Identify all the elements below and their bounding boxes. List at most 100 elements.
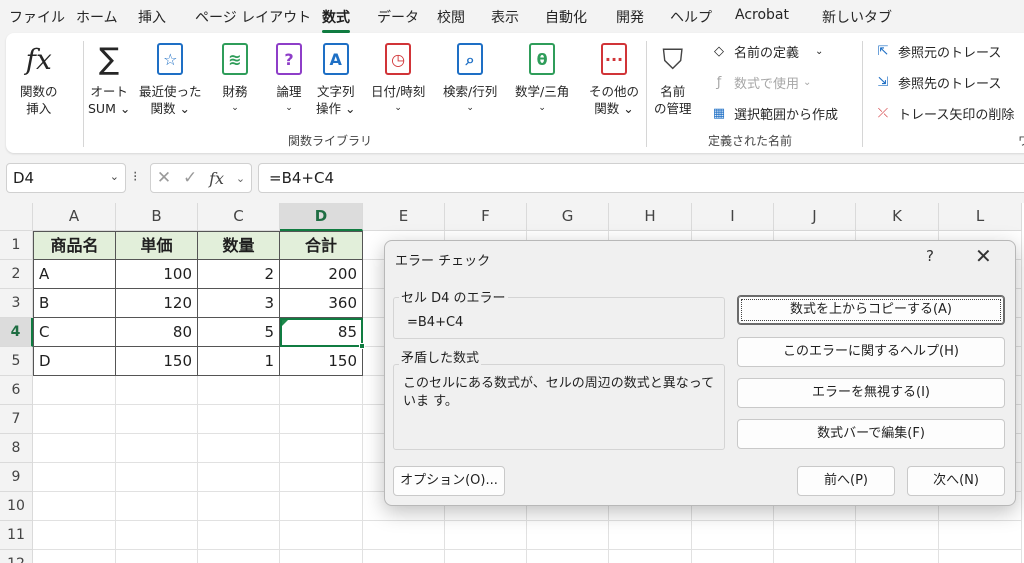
row-header-6[interactable]: 6 xyxy=(0,376,33,405)
cell[interactable] xyxy=(280,376,363,405)
cell[interactable] xyxy=(198,405,280,434)
table-row-cell[interactable]: A xyxy=(33,260,116,289)
column-header-k[interactable]: K xyxy=(856,203,939,231)
math-trig-button[interactable]: θ 数学/三角 ⌄ xyxy=(515,39,569,117)
table-row-cell[interactable]: 80 xyxy=(116,318,198,347)
trace-precedents-button[interactable]: ⇱ 参照元のトレース xyxy=(874,42,1002,61)
row-header-5[interactable]: 5 xyxy=(0,347,33,376)
table-row-cell[interactable]: B xyxy=(33,289,116,318)
tab-review[interactable]: 校閲 xyxy=(437,7,465,27)
date-time-button[interactable]: ◷ 日付/時刻 ⌄ xyxy=(371,39,425,117)
column-header-i[interactable]: I xyxy=(692,203,774,231)
tab-data[interactable]: データ xyxy=(377,7,419,27)
name-box[interactable]: D4 ⌄ xyxy=(6,163,126,193)
recently-used-button[interactable]: ☆ 最近使った 関数 ⌄ xyxy=(139,39,202,117)
edit-in-formula-bar-button[interactable]: 数式バーで編集(F) xyxy=(737,419,1005,449)
cell[interactable] xyxy=(33,463,116,492)
cell[interactable] xyxy=(774,550,856,563)
table-header-cell[interactable]: 商品名 xyxy=(33,231,116,260)
cell[interactable] xyxy=(363,550,445,563)
tab-file[interactable]: ファイル xyxy=(9,7,65,27)
remove-arrows-button[interactable]: ⤫ トレース矢印の削除 xyxy=(874,104,1015,123)
fill-handle[interactable] xyxy=(359,343,365,349)
chevron-down-icon[interactable]: ⌄ xyxy=(110,170,119,183)
lookup-button[interactable]: ⌕ 検索/行列 ⌄ xyxy=(443,39,497,117)
column-header-h[interactable]: H xyxy=(609,203,692,231)
cell[interactable] xyxy=(692,550,774,563)
column-header-g[interactable]: G xyxy=(527,203,609,231)
row-header-4[interactable]: 4 xyxy=(0,318,33,347)
tab-page-layout[interactable]: ページ レイアウト xyxy=(195,7,311,27)
cell[interactable] xyxy=(856,550,939,563)
more-options-icon[interactable]: ⁝ xyxy=(133,169,137,185)
enter-icon[interactable]: ✓ xyxy=(183,168,197,188)
cell[interactable] xyxy=(609,550,692,563)
cell[interactable] xyxy=(280,463,363,492)
cell[interactable] xyxy=(116,550,198,563)
help-icon[interactable]: ? xyxy=(926,247,934,265)
table-row-cell[interactable]: 120 xyxy=(116,289,198,318)
table-row-cell[interactable]: C xyxy=(33,318,116,347)
previous-button[interactable]: 前へ(P) xyxy=(797,466,895,496)
column-header-e[interactable]: E xyxy=(363,203,445,231)
close-icon[interactable]: ✕ xyxy=(975,244,992,268)
cell[interactable] xyxy=(33,434,116,463)
chevron-down-icon[interactable]: ⌄ xyxy=(236,172,245,185)
row-header-10[interactable]: 10 xyxy=(0,492,33,521)
row-header-2[interactable]: 2 xyxy=(0,260,33,289)
text-button[interactable]: A 文字列 操作 ⌄ xyxy=(316,39,355,117)
next-button[interactable]: 次へ(N) xyxy=(907,466,1005,496)
cell[interactable] xyxy=(116,405,198,434)
table-row-cell[interactable]: 2 xyxy=(198,260,280,289)
table-row-cell[interactable]: 100 xyxy=(116,260,198,289)
cell[interactable] xyxy=(116,434,198,463)
help-on-error-button[interactable]: このエラーに関するヘルプ(H) xyxy=(737,337,1005,367)
table-row-cell[interactable]: 360 xyxy=(280,289,363,318)
table-row-cell[interactable]: 5 xyxy=(198,318,280,347)
cell[interactable] xyxy=(527,521,609,550)
cell[interactable] xyxy=(198,463,280,492)
name-manager-button[interactable]: ⛉ 名前 の管理 xyxy=(654,39,692,117)
column-header-a[interactable]: A xyxy=(33,203,116,231)
cell[interactable] xyxy=(939,521,1022,550)
logical-button[interactable]: ? 論理 ⌄ xyxy=(272,39,306,117)
copy-from-above-button[interactable]: 数式を上からコピーする(A) xyxy=(737,295,1005,325)
fx-icon[interactable]: fx xyxy=(209,169,224,188)
table-header-cell[interactable]: 単価 xyxy=(116,231,198,260)
tab-new[interactable]: 新しいタブ xyxy=(822,7,892,27)
table-header-cell[interactable]: 合計 xyxy=(280,231,363,260)
row-header-11[interactable]: 11 xyxy=(0,521,33,550)
table-row-cell[interactable]: 1 xyxy=(198,347,280,376)
autosum-button[interactable]: ∑ オート SUM ⌄ xyxy=(88,39,130,117)
table-row-cell[interactable]: D xyxy=(33,347,116,376)
cell[interactable] xyxy=(198,376,280,405)
cell[interactable] xyxy=(692,521,774,550)
cell[interactable] xyxy=(116,376,198,405)
table-row-cell[interactable]: 3 xyxy=(198,289,280,318)
define-name-button[interactable]: ◇ 名前の定義 ⌄ xyxy=(710,42,823,61)
row-header-12[interactable]: 12 xyxy=(0,550,33,563)
tab-formulas[interactable]: 数式 xyxy=(322,7,350,33)
create-from-selection-button[interactable]: ▦ 選択範囲から作成 xyxy=(710,104,838,123)
column-header-c[interactable]: C xyxy=(198,203,280,231)
cell[interactable] xyxy=(33,492,116,521)
tab-view[interactable]: 表示 xyxy=(491,7,519,27)
row-header-3[interactable]: 3 xyxy=(0,289,33,318)
cell[interactable] xyxy=(939,550,1022,563)
cell[interactable] xyxy=(116,492,198,521)
cell[interactable] xyxy=(116,521,198,550)
tab-developer[interactable]: 開発 xyxy=(616,7,644,27)
cell[interactable] xyxy=(856,521,939,550)
tab-automate[interactable]: 自動化 xyxy=(545,7,587,27)
table-row-cell[interactable]: 200 xyxy=(280,260,363,289)
cell[interactable] xyxy=(198,434,280,463)
row-header-9[interactable]: 9 xyxy=(0,463,33,492)
cell[interactable] xyxy=(116,463,198,492)
financial-button[interactable]: ≋ 財務 ⌄ xyxy=(218,39,252,117)
tab-acrobat[interactable]: Acrobat xyxy=(735,7,789,23)
cell[interactable] xyxy=(33,550,116,563)
row-header-1[interactable]: 1 xyxy=(0,231,33,260)
use-in-formula-button[interactable]: ƒ 数式で使用 ⌄ xyxy=(710,73,812,92)
cell[interactable] xyxy=(198,492,280,521)
column-header-d[interactable]: D xyxy=(280,203,363,231)
